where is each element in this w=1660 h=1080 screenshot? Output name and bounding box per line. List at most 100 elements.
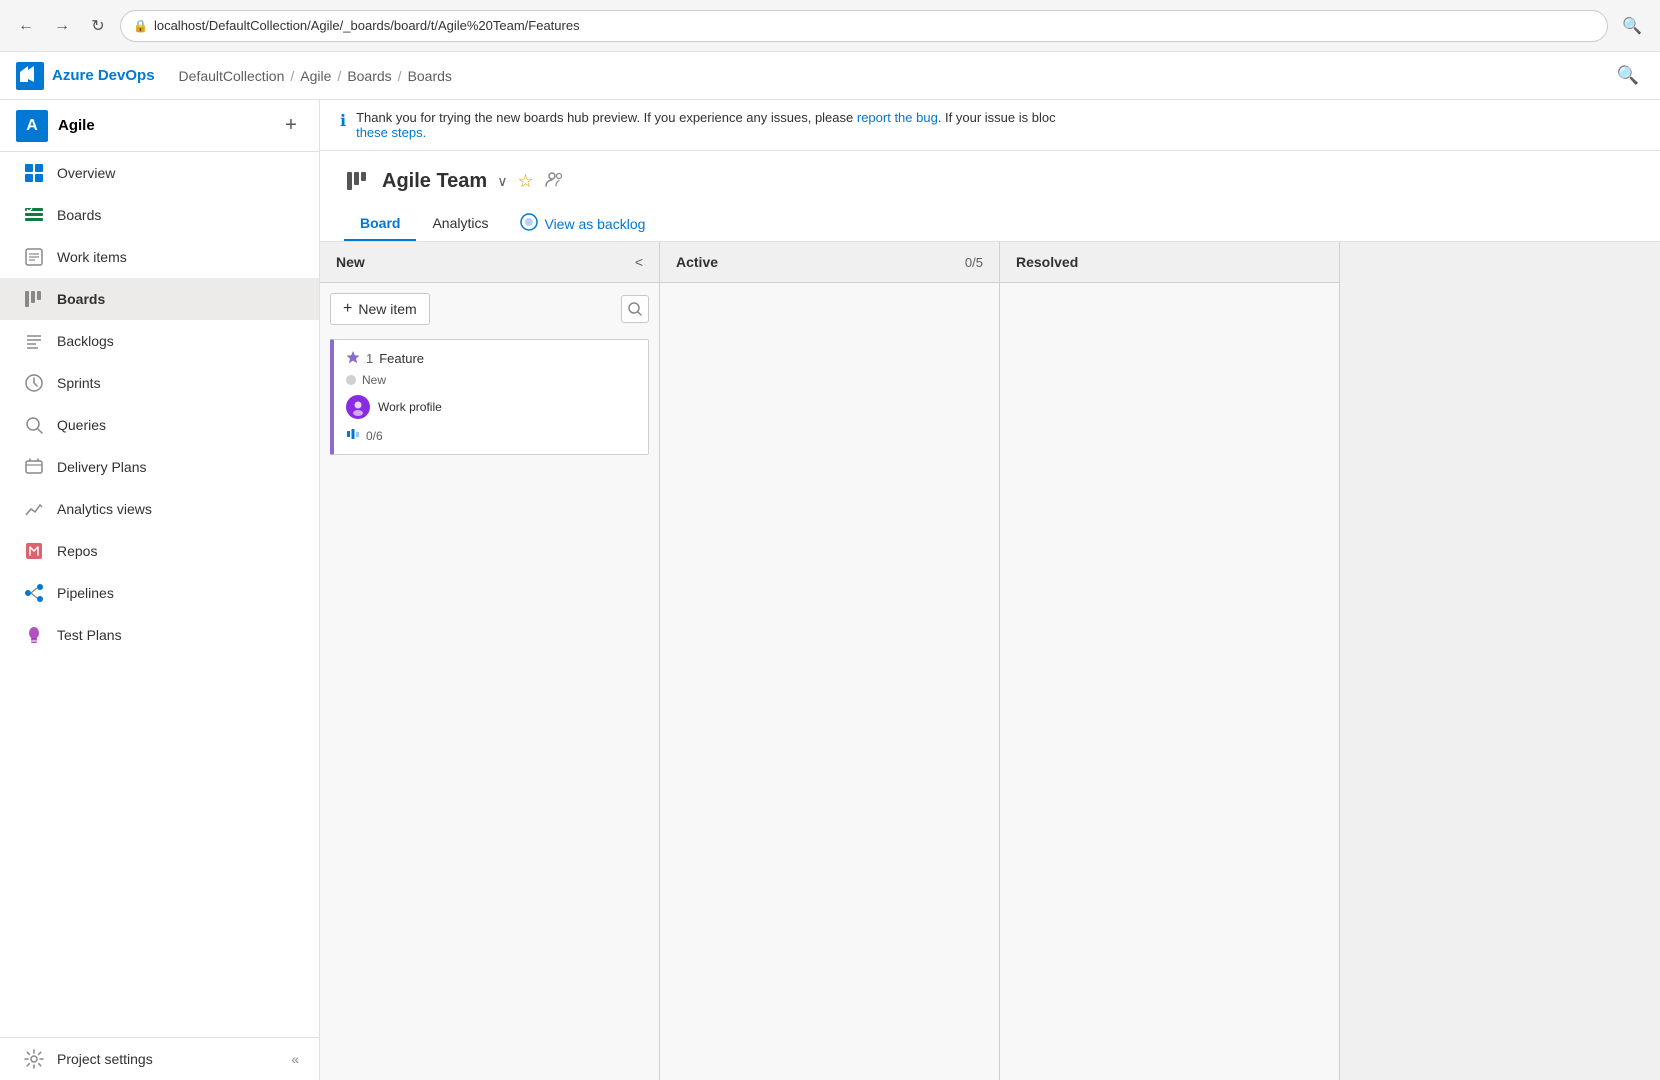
breadcrumb-item-3[interactable]: Boards — [408, 68, 452, 84]
work-items-icon — [23, 246, 45, 268]
sidebar-item-pipelines-label: Pipelines — [57, 585, 114, 601]
sidebar-item-overview-label: Overview — [57, 165, 115, 181]
content-area: ℹ Thank you for trying the new boards hu… — [320, 100, 1660, 1080]
card-title: Feature — [379, 351, 424, 366]
card-progress-icon — [346, 427, 360, 444]
view-as-backlog-button[interactable]: View as backlog — [520, 213, 645, 236]
browser-search-button[interactable]: 🔍 — [1616, 10, 1648, 42]
column-active-header: Active 0/5 — [660, 242, 999, 283]
card-avatar — [346, 395, 370, 419]
tab-analytics[interactable]: Analytics — [416, 207, 504, 241]
these-steps-link[interactable]: these steps. — [356, 125, 426, 140]
board-title-star[interactable]: ☆ — [517, 171, 533, 192]
sidebar-item-overview[interactable]: Overview — [0, 152, 319, 194]
boards-section-icon — [23, 204, 45, 226]
board-title: Agile Team — [382, 170, 487, 193]
backlogs-icon — [23, 330, 45, 352]
queries-icon — [23, 414, 45, 436]
breadcrumb-item-1[interactable]: Agile — [300, 68, 331, 84]
card-status-dot — [346, 375, 356, 385]
tab-board[interactable]: Board — [344, 207, 416, 241]
sidebar-item-project-settings-label: Project settings — [57, 1051, 153, 1067]
breadcrumb-sep-1: / — [337, 68, 341, 84]
column-resolved-header: Resolved — [1000, 242, 1339, 283]
board-title-team-icon[interactable] — [544, 169, 564, 194]
report-bug-link[interactable]: report the bug — [857, 110, 938, 125]
boards-icon — [23, 288, 45, 310]
breadcrumb-item-0[interactable]: DefaultCollection — [179, 68, 285, 84]
board-title-row: Agile Team ∨ ☆ — [344, 167, 1636, 195]
column-new-header: New < — [320, 242, 659, 283]
card-status-row: New — [346, 373, 636, 387]
sidebar-item-queries-label: Queries — [57, 417, 106, 433]
sidebar-item-boards[interactable]: Boards — [0, 278, 319, 320]
info-banner: ℹ Thank you for trying the new boards hu… — [320, 100, 1660, 151]
azure-devops-logo-icon — [16, 62, 44, 90]
sidebar-item-boards-label: Boards — [57, 291, 105, 307]
project-add-button[interactable]: + — [279, 114, 303, 138]
column-resolved: Resolved — [1000, 242, 1340, 1080]
url-text: localhost/DefaultCollection/Agile/_board… — [154, 18, 580, 33]
card-progress-text: 0/6 — [366, 429, 383, 443]
column-new: New < + New item — [320, 242, 660, 1080]
card-status-text: New — [362, 373, 386, 387]
test-plans-icon — [23, 624, 45, 646]
project-name: Agile — [58, 117, 269, 134]
pipelines-icon — [23, 582, 45, 604]
logo-area[interactable]: Azure DevOps — [16, 62, 155, 90]
board-card[interactable]: 1 Feature New — [330, 339, 649, 455]
refresh-button[interactable]: ↻ — [84, 12, 112, 40]
column-new-title: New — [336, 254, 627, 270]
sidebar-item-work-items-label: Work items — [57, 249, 127, 265]
address-bar[interactable]: 🔒 localhost/DefaultCollection/Agile/_boa… — [120, 10, 1608, 42]
browser-chrome: ← → ↻ 🔒 localhost/DefaultCollection/Agil… — [0, 0, 1660, 52]
card-search-button[interactable] — [621, 295, 649, 323]
column-active: Active 0/5 — [660, 242, 1000, 1080]
back-button[interactable]: ← — [12, 12, 40, 40]
forward-button[interactable]: → — [48, 12, 76, 40]
board-tabs: Board Analytics View as backlog — [344, 207, 1636, 241]
column-resolved-title: Resolved — [1016, 254, 1323, 270]
new-item-plus-icon: + — [343, 300, 352, 318]
search-button[interactable]: 🔍 — [1612, 60, 1644, 92]
board-columns: New < + New item — [320, 242, 1660, 1080]
project-settings-icon — [23, 1048, 45, 1070]
new-item-button[interactable]: + New item — [330, 293, 430, 325]
sidebar-item-pipelines[interactable]: Pipelines — [0, 572, 319, 614]
project-avatar: A — [16, 110, 48, 142]
sidebar-item-work-items[interactable]: Work items — [0, 236, 319, 278]
card-assignee: Work profile — [378, 400, 442, 414]
info-icon: ℹ — [340, 111, 346, 131]
board-title-chevron[interactable]: ∨ — [497, 173, 507, 190]
sidebar-item-project-settings[interactable]: Project settings « — [0, 1038, 319, 1080]
sidebar-item-queries[interactable]: Queries — [0, 404, 319, 446]
sidebar-item-backlogs[interactable]: Backlogs — [0, 320, 319, 362]
sidebar-item-sprints[interactable]: Sprints — [0, 362, 319, 404]
sidebar-item-test-plans-label: Test Plans — [57, 627, 122, 643]
view-as-backlog-label: View as backlog — [544, 216, 645, 232]
sidebar-item-boards-section-label: Boards — [57, 207, 101, 223]
board-header: Agile Team ∨ ☆ Board Analytics — [320, 151, 1660, 242]
sidebar-item-boards-section[interactable]: Boards — [0, 194, 319, 236]
sidebar-item-analytics-views[interactable]: Analytics views — [0, 488, 319, 530]
sidebar-footer: Project settings « — [0, 1037, 319, 1080]
sidebar-item-test-plans[interactable]: Test Plans — [0, 614, 319, 656]
breadcrumb-sep-0: / — [290, 68, 294, 84]
board-title-icon — [344, 167, 372, 195]
new-item-label: New item — [358, 301, 416, 317]
repos-icon — [23, 540, 45, 562]
card-progress-row: 0/6 — [346, 427, 636, 444]
breadcrumb-sep-2: / — [398, 68, 402, 84]
column-new-collapse-button[interactable]: < — [635, 254, 643, 270]
sidebar-item-delivery-plans[interactable]: Delivery Plans — [0, 446, 319, 488]
breadcrumb: DefaultCollection / Agile / Boards / Boa… — [179, 68, 452, 84]
info-text-before: Thank you for trying the new boards hub … — [356, 110, 857, 125]
info-banner-text: Thank you for trying the new boards hub … — [356, 110, 1056, 140]
column-active-title: Active — [676, 254, 957, 270]
top-nav: Azure DevOps DefaultCollection / Agile /… — [0, 52, 1660, 100]
sidebar-item-repos[interactable]: Repos — [0, 530, 319, 572]
sidebar-collapse-icon[interactable]: « — [291, 1051, 299, 1067]
overview-icon — [23, 162, 45, 184]
breadcrumb-item-2[interactable]: Boards — [347, 68, 391, 84]
card-id: 1 — [366, 351, 373, 366]
